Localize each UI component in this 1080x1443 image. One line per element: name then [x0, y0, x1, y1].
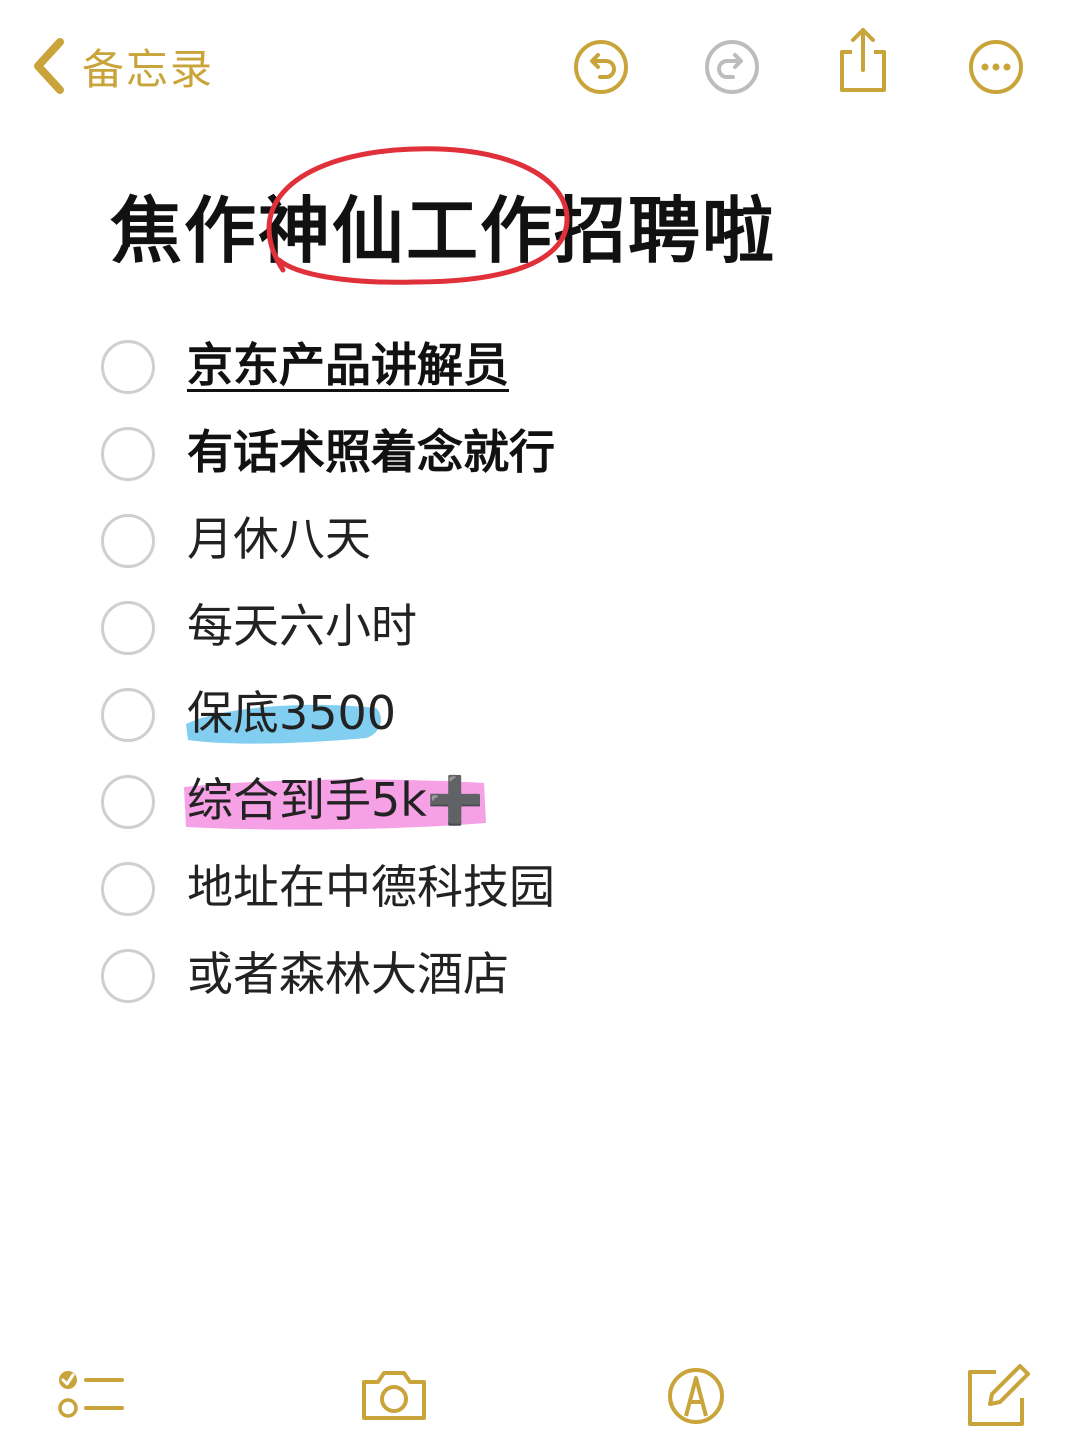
- checklist-item: 京东产品讲解员: [0, 326, 1080, 413]
- chevron-left-icon: [34, 38, 64, 94]
- navigation-bar: 备忘录: [0, 0, 1080, 130]
- bottom-toolbar: [0, 1350, 1080, 1443]
- checklist-item: 月休八天: [0, 500, 1080, 587]
- more-icon: [969, 40, 1023, 94]
- checkbox[interactable]: [101, 862, 155, 916]
- checkbox[interactable]: [101, 514, 155, 568]
- checklist-item-text[interactable]: 有话术照着念就行: [187, 421, 555, 483]
- compose-icon: [968, 1364, 1030, 1426]
- checklist-item-text[interactable]: 或者森林大酒店: [187, 943, 509, 1005]
- checklist-item: 综合到手5k➕: [0, 761, 1080, 848]
- markup-button[interactable]: [660, 1358, 732, 1430]
- checklist-item-text[interactable]: 综合到手5k➕: [187, 769, 484, 831]
- checklist-icon: [58, 1371, 124, 1418]
- hand-drawn-circle-annotation: [266, 146, 570, 285]
- checkbox[interactable]: [101, 601, 155, 655]
- compose-button[interactable]: [962, 1358, 1034, 1430]
- checklist-button[interactable]: [56, 1358, 128, 1430]
- undo-icon: [574, 40, 628, 94]
- more-button[interactable]: [967, 38, 1025, 96]
- checkbox[interactable]: [101, 688, 155, 742]
- checklist-item: 地址在中德科技园: [0, 848, 1080, 935]
- checkbox[interactable]: [101, 427, 155, 481]
- redo-icon: [705, 40, 759, 94]
- checklist-item-text[interactable]: 月休八天: [187, 508, 371, 570]
- checklist-item: 或者森林大酒店: [0, 935, 1080, 1022]
- redo-button[interactable]: [703, 38, 761, 96]
- markup-icon: [668, 1368, 724, 1424]
- checklist-item-text[interactable]: 每天六小时: [187, 595, 417, 657]
- share-button[interactable]: [834, 26, 892, 96]
- checklist-item: 每天六小时: [0, 587, 1080, 674]
- checklist-item-text[interactable]: 保底3500: [187, 682, 396, 744]
- share-icon: [840, 28, 886, 92]
- camera-icon: [362, 1371, 426, 1420]
- camera-button[interactable]: [358, 1358, 430, 1430]
- checkbox[interactable]: [101, 775, 155, 829]
- checklist-item-text[interactable]: 京东产品讲解员: [187, 334, 509, 396]
- undo-button[interactable]: [572, 38, 630, 96]
- back-label: 备忘录: [82, 44, 215, 94]
- checklist-item-text[interactable]: 地址在中德科技园: [187, 856, 555, 918]
- checkbox[interactable]: [101, 340, 155, 394]
- back-button[interactable]: 备忘录: [28, 34, 214, 98]
- checklist-item: 保底3500: [0, 674, 1080, 761]
- checklist-item: 有话术照着念就行: [0, 413, 1080, 500]
- checkbox[interactable]: [101, 949, 155, 1003]
